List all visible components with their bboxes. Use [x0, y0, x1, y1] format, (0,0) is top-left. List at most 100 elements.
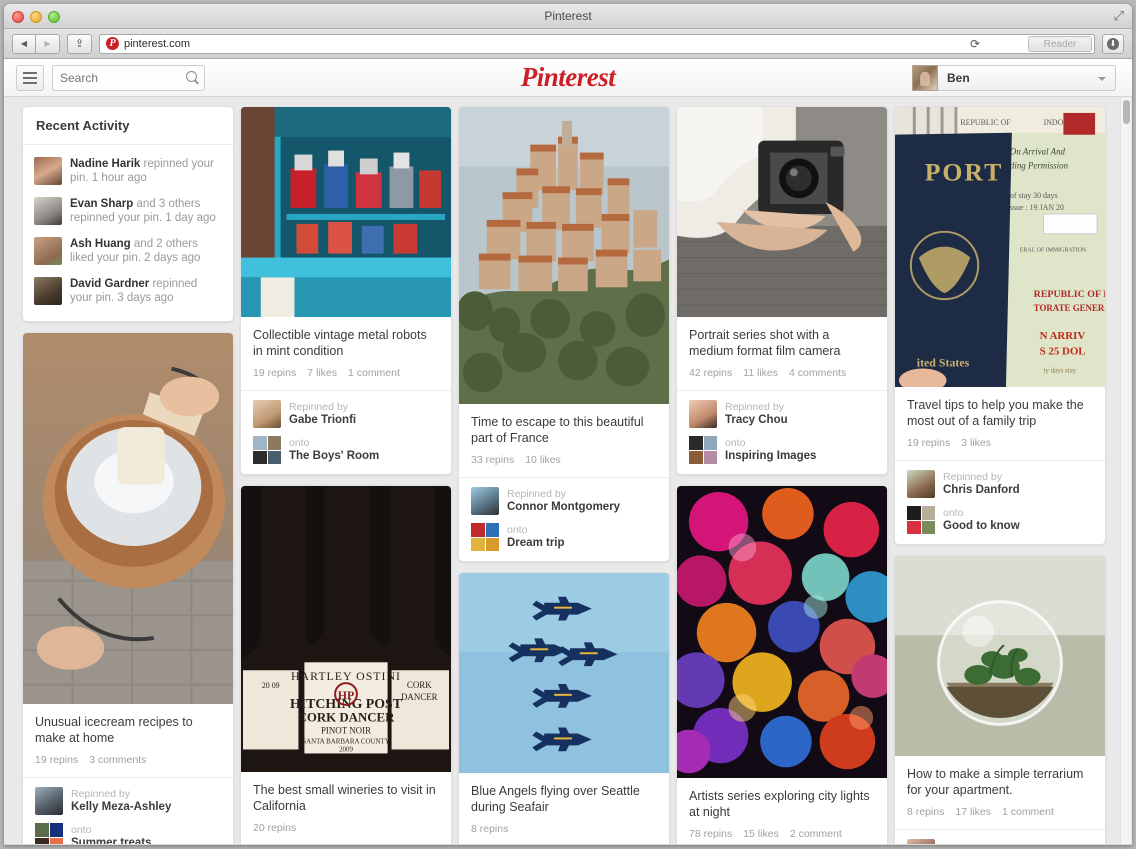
pin-board-row[interactable]: onto Dream trip — [471, 523, 657, 552]
page-scrollbar[interactable] — [1120, 98, 1131, 844]
pin-card-france[interactable]: Time to escape to this beautiful part of… — [458, 106, 670, 563]
activity-user[interactable]: David Gardner — [70, 278, 149, 290]
activity-user[interactable]: Ash Huang — [70, 238, 131, 250]
fullscreen-icon[interactable]: ⤢ — [1114, 9, 1124, 23]
pin-card-wineries[interactable]: HARTLEY OSTINI HITCHING POST CORK DANCER… — [240, 485, 452, 844]
avatar — [253, 400, 281, 428]
activity-text: Evan Sharp and 3 others repinned your pi… — [70, 197, 222, 225]
pin-title[interactable]: Portrait series shot with a medium forma… — [689, 327, 875, 359]
pin-card-terrarium[interactable]: How to make a simple terrarium for your … — [894, 555, 1106, 844]
url-text: pinterest.com — [124, 37, 191, 50]
repinner-name[interactable]: Tracy Chou — [725, 414, 788, 427]
share-button[interactable]: ⇪ — [67, 33, 92, 54]
activity-user[interactable]: Evan Sharp — [70, 198, 133, 210]
board-name[interactable]: Inspiring Images — [725, 450, 816, 463]
activity-item[interactable]: Evan Sharp and 3 others repinned your pi… — [34, 191, 222, 231]
address-bar[interactable]: P pinterest.com ⟳ Reader — [99, 33, 1095, 54]
activity-item[interactable]: Nadine Harik repinned your pin. 1 hour a… — [34, 151, 222, 191]
pin-repins: 78 repins — [689, 828, 733, 841]
avatar — [907, 470, 935, 499]
pin-board-row[interactable]: onto Summer treats — [35, 823, 221, 844]
pin-title[interactable]: Unusual icecream recipes to make at home — [35, 714, 221, 746]
minimize-window-button[interactable] — [30, 11, 42, 23]
pin-image-portrait[interactable] — [677, 107, 887, 317]
pin-card-blueangels[interactable]: Blue Angels flying over Seattle during S… — [458, 572, 670, 844]
recent-activity-panel: Recent Activity Nadine Harik repinned yo… — [22, 106, 234, 322]
scrollbar-thumb[interactable] — [1123, 100, 1130, 124]
pin-title[interactable]: Artists series exploring city lights at … — [689, 788, 875, 820]
pin-card-portrait[interactable]: Portrait series shot with a medium forma… — [676, 106, 888, 475]
repinner-name[interactable]: Chris Danford — [943, 484, 1020, 497]
pin-title[interactable]: Collectible vintage metal robots in mint… — [253, 327, 439, 359]
pin-grid: Recent Activity Nadine Harik repinned yo… — [4, 97, 1132, 844]
pin-image-travel[interactable]: REPUBLIC OF INDONESIA On Arrival And din… — [895, 107, 1105, 388]
board-name[interactable]: The Boys' Room — [289, 450, 379, 463]
pin-board-label: onto The Boys' Room — [289, 437, 379, 463]
pin-repinner-row[interactable]: Repinned by — [907, 839, 1093, 844]
pin-body: Unusual icecream recipes to make at home… — [23, 704, 233, 777]
pin-card-travel[interactable]: REPUBLIC OF INDONESIA On Arrival And din… — [894, 106, 1106, 546]
pin-body: Artists series exploring city lights at … — [677, 778, 887, 844]
pin-body: Portrait series shot with a medium forma… — [677, 317, 887, 390]
pin-comments: 1 comment — [347, 367, 400, 379]
svg-text:TORATE GENERA: TORATE GENERA — [1034, 303, 1105, 313]
svg-text:REPUBLIC OF: REPUBLIC OF — [960, 118, 1011, 127]
pin-card-robots[interactable]: Collectible vintage metal robots in mint… — [240, 106, 452, 475]
pin-repinner-label: Repinned by Tracy Chou — [725, 401, 788, 427]
user-menu[interactable]: Ben — [912, 65, 1116, 91]
activity-item[interactable]: Ash Huang and 2 others liked your pin. 2… — [34, 231, 222, 271]
svg-text:CORK: CORK — [407, 680, 432, 690]
back-button[interactable]: ◀ — [12, 33, 36, 54]
pin-likes: 10 likes — [525, 454, 561, 467]
zoom-window-button[interactable] — [48, 11, 60, 23]
pin-title[interactable]: Time to escape to this beautiful part of… — [471, 414, 657, 446]
pin-image-wineries[interactable]: HARTLEY OSTINI HITCHING POST CORK DANCER… — [241, 486, 451, 773]
hamburger-menu-icon[interactable] — [16, 64, 44, 91]
pin-image-robots[interactable] — [241, 107, 451, 317]
search-input[interactable] — [60, 70, 180, 85]
pin-board-row[interactable]: onto Good to know — [907, 506, 1093, 535]
search-icon — [186, 70, 197, 82]
pin-image-terrarium[interactable] — [895, 556, 1105, 757]
pin-repins: 20 repins — [253, 822, 297, 835]
board-name[interactable]: Dream trip — [507, 537, 565, 550]
pin-board-row[interactable]: onto Inspiring Images — [689, 436, 875, 464]
pin-repinner-row[interactable]: Repinned by Kelly Meza-Ashley — [35, 787, 221, 816]
pin-repins: 33 repins — [471, 454, 515, 467]
repinner-name[interactable]: Connor Montgomery — [507, 501, 620, 514]
pin-image-citylights[interactable] — [677, 486, 887, 779]
pin-stats: 8 repins 17 likes 1 comment — [907, 806, 1093, 818]
reload-icon[interactable]: ⟳ — [970, 37, 980, 51]
pin-image-icecream[interactable] — [23, 333, 233, 705]
svg-text:DANCER: DANCER — [401, 692, 438, 702]
pin-repins: 19 repins — [907, 437, 951, 450]
search-box[interactable] — [52, 64, 205, 91]
pin-stats: 33 repins 10 likes — [471, 454, 657, 466]
pin-image-france[interactable] — [459, 107, 669, 405]
svg-text:CORK DANCER: CORK DANCER — [298, 711, 396, 725]
pin-board-row[interactable]: onto The Boys' Room — [253, 436, 439, 464]
pin-card-icecream[interactable]: Unusual icecream recipes to make at home… — [22, 332, 234, 844]
pin-title[interactable]: Blue Angels flying over Seattle during S… — [471, 783, 657, 815]
pin-title[interactable]: How to make a simple terrarium for your … — [907, 766, 1093, 798]
svg-text:ited States: ited States — [917, 356, 970, 370]
reader-button[interactable]: Reader — [1028, 35, 1092, 52]
repinner-name[interactable]: Kelly Meza-Ashley — [71, 801, 171, 814]
activity-user[interactable]: Nadine Harik — [70, 158, 140, 170]
avatar — [912, 65, 938, 91]
board-name[interactable]: Summer treats — [71, 837, 152, 844]
pin-repinner-row[interactable]: Repinned by Connor Montgomery — [471, 487, 657, 516]
pin-repinner-row[interactable]: Repinned by Gabe Trionfi — [253, 400, 439, 428]
repinner-name[interactable]: Gabe Trionfi — [289, 414, 356, 427]
pin-image-blueangels[interactable] — [459, 573, 669, 774]
board-name[interactable]: Good to know — [943, 520, 1020, 533]
downloads-button[interactable]: ⬇ — [1102, 33, 1124, 54]
close-window-button[interactable] — [12, 11, 24, 23]
pin-repinner-row[interactable]: Repinned by Chris Danford — [907, 470, 1093, 499]
forward-button[interactable]: ▶ — [36, 33, 60, 54]
pin-card-citylights[interactable]: Artists series exploring city lights at … — [676, 485, 888, 844]
pin-title[interactable]: The best small wineries to visit in Cali… — [253, 782, 439, 814]
pin-title[interactable]: Travel tips to help you make the most ou… — [907, 397, 1093, 429]
pin-repinner-row[interactable]: Repinned by Tracy Chou — [689, 400, 875, 428]
activity-item[interactable]: David Gardner repinned your pin. 3 days … — [34, 271, 222, 311]
